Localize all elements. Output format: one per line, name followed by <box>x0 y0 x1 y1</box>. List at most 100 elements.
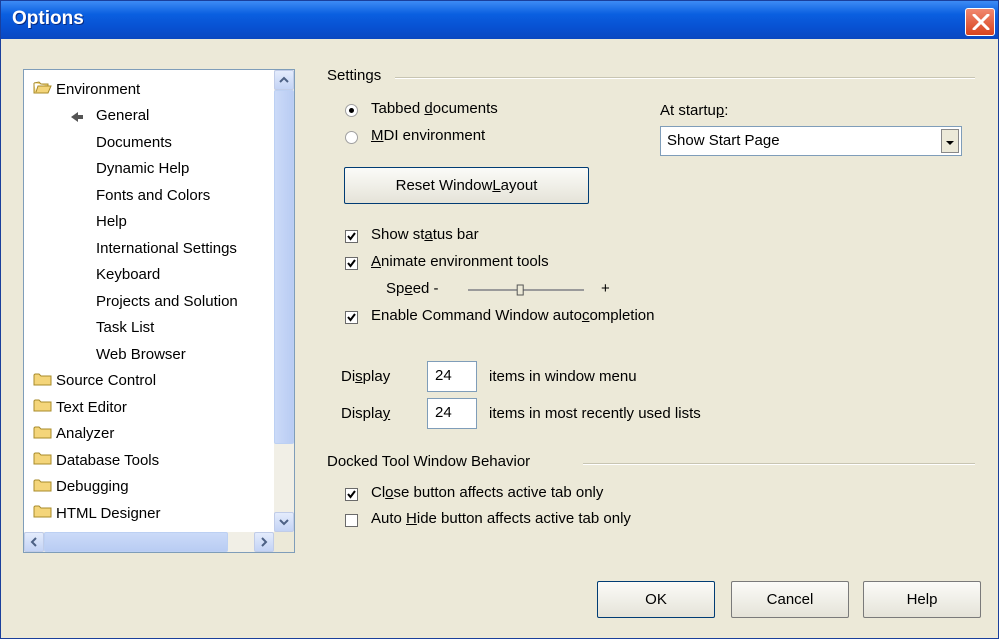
settings-heading: Settings <box>327 67 382 84</box>
startup-dropdown-button[interactable] <box>941 129 959 153</box>
reset-window-layout-button[interactable]: Reset Window Layout <box>344 167 589 204</box>
tree-item-label: Projects and Solution <box>96 292 238 310</box>
chevron-left-icon <box>30 537 37 547</box>
tree-item[interactable]: Database Tools <box>33 448 159 472</box>
speed-slider-thumb[interactable] <box>516 284 524 296</box>
recent-lists-suffix: items in most recently used lists <box>489 405 701 422</box>
chevron-up-icon <box>279 76 289 83</box>
tree-item-label: Debugging <box>56 478 129 495</box>
animate-tools-label[interactable]: Animate environment tools <box>371 253 549 270</box>
mdi-environment-radio[interactable] <box>345 131 358 144</box>
tree-item[interactable]: Source Control <box>33 369 156 393</box>
folder-icon <box>33 504 56 522</box>
close-button[interactable] <box>965 8 995 36</box>
window-menu-suffix: items in window menu <box>489 368 637 385</box>
help-button[interactable]: Help <box>863 581 981 618</box>
vertical-scroll-thumb[interactable] <box>274 90 294 444</box>
speed-label: Speed - <box>386 280 439 297</box>
tree-item-label: Text Editor <box>56 398 127 416</box>
chevron-right-icon <box>261 537 268 547</box>
auto-hide-affects-checkbox[interactable] <box>345 514 358 527</box>
tree-item[interactable]: Web Browser <box>96 342 186 366</box>
folder-icon <box>33 451 56 469</box>
autocompletion-label[interactable]: Enable Command Window autocompletion <box>371 307 655 324</box>
tabbed-documents-radio[interactable] <box>345 104 358 117</box>
tree-list: Environment General Documents Dynamic Help F… <box>24 70 276 532</box>
arrow-icon <box>70 110 84 127</box>
recent-lists-count-input[interactable]: 24 <box>427 398 477 429</box>
cancel-button[interactable]: Cancel <box>731 581 849 618</box>
animate-tools-checkbox[interactable] <box>345 257 358 270</box>
tree-item-label: Source Control <box>56 372 157 389</box>
close-icon <box>972 14 990 30</box>
folder-icon <box>33 398 56 416</box>
folder-open-icon <box>33 80 56 98</box>
chevron-down-icon <box>279 519 289 526</box>
checkmark-icon <box>347 313 356 322</box>
checkmark-icon <box>347 259 356 268</box>
vertical-scrollbar[interactable] <box>274 70 294 532</box>
tabbed-documents-label[interactable]: Tabbed documents <box>371 100 498 117</box>
speed-plus-label: + <box>601 280 610 297</box>
tree-item-label: HTML Designer <box>56 504 161 522</box>
tree-item[interactable]: Documents <box>96 130 172 154</box>
startup-select-value: Show Start Page <box>667 132 780 149</box>
tree-item[interactable]: General <box>71 104 150 128</box>
tree-item[interactable]: Help <box>96 210 127 234</box>
mdi-environment-label[interactable]: MDI environment <box>371 127 485 144</box>
scroll-up-button[interactable] <box>274 70 294 90</box>
tree-item[interactable]: Environment <box>33 77 140 101</box>
docked-divider <box>583 463 975 465</box>
scroll-right-button[interactable] <box>254 532 274 552</box>
horizontal-scroll-thumb[interactable] <box>44 532 228 552</box>
tree-item-label: Environment <box>56 80 141 98</box>
options-tree[interactable]: Environment General Documents Dynamic Help F… <box>23 69 295 553</box>
folder-icon <box>33 425 56 443</box>
tree-item[interactable]: Keyboard <box>96 263 160 287</box>
tree-item[interactable]: Task List <box>96 316 154 340</box>
window-menu-count-input[interactable]: 24 <box>427 361 477 392</box>
tree-item-label: Fonts and Colors <box>96 186 211 204</box>
show-status-bar-label[interactable]: Show status bar <box>371 226 479 243</box>
folder-icon <box>33 478 56 496</box>
tree-item-label: General <box>96 107 150 124</box>
scroll-down-button[interactable] <box>274 512 294 532</box>
speed-slider[interactable] <box>466 283 586 297</box>
tree-item-label: Database Tools <box>56 451 160 469</box>
tree-item-label: Dynamic Help <box>96 160 190 177</box>
dropdown-arrow-icon <box>946 141 954 145</box>
folder-icon <box>33 372 56 390</box>
auto-hide-affects-label[interactable]: Auto Hide button affects active tab only <box>371 510 631 527</box>
tree-item-label: Keyboard <box>96 266 161 283</box>
docked-heading: Docked Tool Window Behavior <box>327 453 531 470</box>
tree-item-label: Web Browser <box>96 345 186 363</box>
tree-item[interactable]: Debugging <box>33 475 129 499</box>
display-recent-label: Display <box>341 405 391 422</box>
horizontal-scrollbar[interactable] <box>24 532 274 552</box>
tree-item[interactable]: Fonts and Colors <box>96 183 210 207</box>
tree-item[interactable]: HTML Designer <box>33 501 160 525</box>
tree-item[interactable]: Projects and Solution <box>96 289 238 313</box>
scrollbar-corner <box>274 532 294 552</box>
title-bar[interactable]: Options <box>1 1 998 39</box>
tree-item-label: Help <box>96 213 127 230</box>
tree-item[interactable]: Text Editor <box>33 395 127 419</box>
close-button-affects-label[interactable]: Close button affects active tab only <box>371 484 603 501</box>
show-status-bar-checkbox[interactable] <box>345 230 358 243</box>
tree-item[interactable]: International Settings <box>96 236 237 260</box>
tree-item-label: Task List <box>96 319 155 336</box>
scroll-left-button[interactable] <box>24 532 44 552</box>
options-dialog: Options Environment General Documents Dynam… <box>0 0 999 639</box>
tree-item[interactable]: Analyzer <box>33 422 114 446</box>
window-title: Options <box>12 8 84 29</box>
checkmark-icon <box>347 232 356 241</box>
startup-select[interactable]: Show Start Page <box>660 126 962 156</box>
autocompletion-checkbox[interactable] <box>345 311 358 324</box>
tree-item[interactable]: Dynamic Help <box>96 157 189 181</box>
close-button-affects-checkbox[interactable] <box>345 488 358 501</box>
tree-item-label: Documents <box>96 133 172 151</box>
tree-item-label: International Settings <box>96 239 237 257</box>
at-startup-label: At startup: <box>660 102 729 119</box>
ok-button[interactable]: OK <box>597 581 715 618</box>
display-window-menu-label: Display <box>341 368 391 385</box>
